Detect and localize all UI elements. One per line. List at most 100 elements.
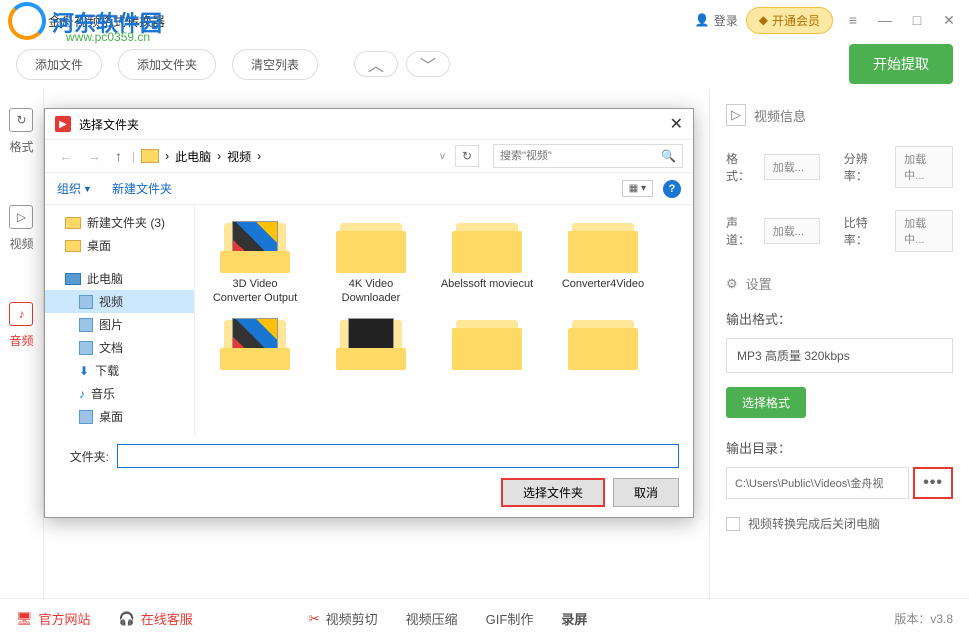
tree-music[interactable]: ♪音乐: [45, 382, 194, 405]
nav-forward-button[interactable]: →: [83, 148, 105, 164]
dialog-search-box[interactable]: 🔍: [493, 144, 683, 168]
bottom-bar: 🖥官方网站 🎧在线客服 ✂视频剪切 视频压缩 GIF制作 录屏 版本：v3.8: [0, 598, 969, 638]
move-down-button[interactable]: ﹀: [406, 51, 450, 77]
nav-up-button[interactable]: ↑: [111, 148, 126, 164]
folder-row2-3[interactable]: [439, 314, 535, 374]
folder-3d-video[interactable]: 3D Video Converter Output: [207, 217, 303, 306]
move-up-button[interactable]: ︿: [354, 51, 398, 77]
output-format-label: 输出格式：: [726, 309, 953, 328]
nav-back-button[interactable]: ←: [55, 148, 77, 164]
play-icon: ▷: [726, 104, 746, 126]
close-button[interactable]: ✕: [937, 8, 961, 32]
left-sidebar: ↻ 格式 ▷ 视频 ♪ 音频: [0, 88, 44, 598]
start-extract-button[interactable]: 开始提取: [849, 44, 953, 84]
help-button[interactable]: ?: [663, 180, 681, 198]
folder-row2-4[interactable]: [555, 314, 651, 374]
folder-name-input[interactable]: [117, 444, 679, 468]
shutdown-label: 视频转换完成后关闭电脑: [748, 515, 880, 532]
output-format-value: MP3 高质量 320kbps: [726, 338, 953, 373]
login-button[interactable]: 👤 登录: [695, 12, 738, 29]
browse-folder-button[interactable]: •••: [913, 467, 953, 499]
folder-icon: [141, 149, 159, 163]
add-file-button[interactable]: 添加文件: [16, 49, 102, 80]
user-icon: 👤: [695, 13, 710, 27]
resolution-value: 加载中...: [895, 146, 953, 188]
tree-videos[interactable]: 视频: [45, 290, 194, 313]
record-link[interactable]: 录屏: [561, 609, 587, 628]
organize-dropdown[interactable]: 组织 ▼: [57, 180, 92, 197]
shutdown-checkbox[interactable]: [726, 517, 740, 531]
tree-this-pc[interactable]: 此电脑: [45, 267, 194, 290]
new-folder-button[interactable]: 新建文件夹: [112, 180, 172, 197]
right-panel: ▷ 视频信息 格式：加载... 分辨率：加载中... 声道：加载... 比特率：…: [709, 88, 969, 598]
folder-row2-1[interactable]: [207, 314, 303, 374]
video-cut-link[interactable]: ✂视频剪切: [309, 609, 378, 628]
website-link[interactable]: 🖥官方网站: [16, 609, 91, 628]
bitrate-value: 加载中...: [895, 210, 953, 252]
dialog-search-input[interactable]: [500, 150, 661, 162]
search-icon: 🔍: [661, 149, 676, 163]
folder-row2-2[interactable]: [323, 314, 419, 374]
dialog-title: 选择文件夹: [79, 116, 139, 133]
support-link[interactable]: 🎧在线客服: [119, 609, 193, 628]
view-mode-button[interactable]: ▦ ▾: [622, 180, 653, 197]
tab-video[interactable]: ▷ 视频: [9, 205, 33, 252]
folder-name-label: 文件夹:: [59, 448, 109, 465]
gif-make-link[interactable]: GIF制作: [486, 609, 534, 628]
audio-icon: ♪: [9, 302, 33, 326]
dialog-tree: 新建文件夹 (3) 桌面 此电脑 视频 图片 文档 ⬇下载 ♪音乐 桌面: [45, 205, 195, 434]
tree-new-folder[interactable]: 新建文件夹 (3): [45, 211, 194, 234]
version-label: 版本：v3.8: [894, 610, 953, 627]
tree-documents[interactable]: 文档: [45, 336, 194, 359]
bitrate-label: 比特率：: [844, 214, 889, 248]
dialog-app-icon: ▶: [55, 116, 71, 132]
folder-abelssoft[interactable]: Abelssoft moviecut: [439, 217, 535, 306]
folder-4k-downloader[interactable]: 4K Video Downloader: [323, 217, 419, 306]
folder-picker-dialog: ▶ 选择文件夹 ✕ ← → ↑ | › 此电脑 › 视频 › v ↻ 🔍 组织 …: [44, 108, 694, 518]
vip-button[interactable]: ◆ 开通会员: [746, 7, 833, 34]
video-compress-link[interactable]: 视频压缩: [406, 609, 458, 628]
toolbar: 添加文件 添加文件夹 清空列表 ︿ ﹀ 开始提取: [0, 40, 969, 88]
video-info-header: ▷ 视频信息: [726, 104, 953, 126]
gear-icon: ⚙: [726, 276, 738, 292]
tree-desktop2[interactable]: 桌面: [45, 405, 194, 428]
dialog-select-button[interactable]: 选择文件夹: [501, 478, 605, 507]
tree-pictures[interactable]: 图片: [45, 313, 194, 336]
menu-button[interactable]: ≡: [841, 8, 865, 32]
select-format-button[interactable]: 选择格式: [726, 387, 806, 418]
format-label: 格式：: [726, 150, 758, 184]
nav-refresh-button[interactable]: ↻: [455, 145, 479, 167]
app-title: 金舟视频格式转换器: [48, 11, 165, 30]
tree-desktop[interactable]: 桌面: [45, 234, 194, 257]
tab-format[interactable]: ↻ 格式: [9, 108, 33, 155]
dialog-toolbar: 组织 ▼ 新建文件夹 ▦ ▾ ?: [45, 173, 693, 205]
channel-label: 声道：: [726, 214, 758, 248]
breadcrumb-pc[interactable]: 此电脑: [175, 148, 211, 165]
tab-audio[interactable]: ♪ 音频: [9, 302, 33, 349]
diamond-icon: ◆: [759, 13, 768, 27]
scissors-icon: ✂: [309, 611, 320, 627]
dialog-folder-grid[interactable]: 3D Video Converter Output 4K Video Downl…: [195, 205, 693, 434]
resolution-label: 分辨率：: [844, 150, 889, 184]
output-dir-label: 输出目录：: [726, 438, 953, 457]
monitor-icon: 🖥: [16, 611, 33, 627]
dialog-close-button[interactable]: ✕: [670, 114, 683, 134]
title-bar: 金舟视频格式转换器 河东软件园 www.pc0359.cn 👤 登录 ◆ 开通会…: [0, 0, 969, 40]
watermark: 河东软件园 www.pc0359.cn: [8, 2, 46, 45]
folder-converter4video[interactable]: Converter4Video: [555, 217, 651, 306]
output-dir-value[interactable]: C:\Users\Public\Videos\金舟视: [726, 467, 909, 499]
maximize-button[interactable]: □: [905, 8, 929, 32]
headset-icon: 🎧: [119, 611, 135, 627]
clear-list-button[interactable]: 清空列表: [232, 49, 318, 80]
tree-downloads[interactable]: ⬇下载: [45, 359, 194, 382]
dialog-address-bar: ← → ↑ | › 此电脑 › 视频 › v ↻ 🔍: [45, 139, 693, 173]
minimize-button[interactable]: —: [873, 8, 897, 32]
add-folder-button[interactable]: 添加文件夹: [118, 49, 216, 80]
dialog-cancel-button[interactable]: 取消: [613, 478, 679, 507]
format-value: 加载...: [764, 154, 820, 180]
channel-value: 加载...: [764, 218, 820, 244]
refresh-icon: ↻: [9, 108, 33, 132]
video-icon: ▷: [9, 205, 33, 229]
breadcrumb-video[interactable]: 视频: [227, 148, 251, 165]
settings-header: ⚙ 设置: [726, 274, 953, 293]
